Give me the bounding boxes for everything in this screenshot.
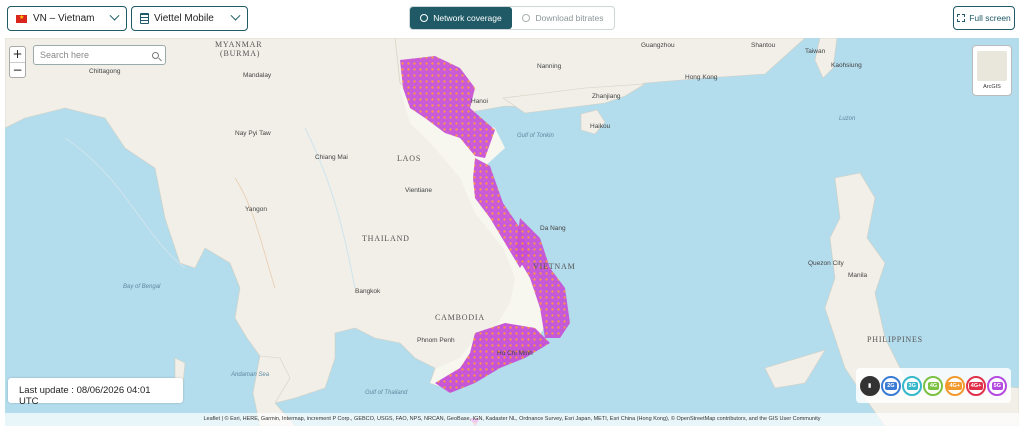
label-chiangmai: Chiang Mai [315,154,348,161]
legend-4gplus-icon[interactable]: 4G+ [944,375,965,396]
download-icon [522,14,531,22]
zoom-in-button[interactable]: + [10,47,25,62]
label-haikou: Haikou [590,123,611,130]
label-vientiane: Vientiane [405,187,432,194]
label-naypyitaw: Nay Pyi Taw [235,130,271,137]
technology-legend: ▮ 2G 3G 4G 4G+ 4G+ 5G [856,368,1011,403]
last-update-label: Last update : 08/06/2026 04:01 UTC [8,378,183,407]
fullscreen-button[interactable]: Full screen [953,6,1015,30]
label-gulf-tonkin: Gulf of Tonkin [517,133,554,139]
legend-2g-icon[interactable]: 2G [880,375,901,396]
label-vietnam: VIETNAM [533,262,576,271]
label-andaman-sea: Andaman Sea [231,372,270,378]
tab-download-bitrates[interactable]: Download bitrates [512,7,614,29]
label-bay-of-bengal: Bay of Bengal [123,284,161,290]
label-phnompenh: Phnom Penh [417,337,455,344]
label-laos: LAOS [397,154,422,163]
legend-all-icon[interactable]: ▮ [859,375,880,396]
label-nanning: Nanning [537,63,562,70]
operator-select[interactable]: Viettel Mobile [131,6,248,31]
tab-network-coverage-label: Network coverage [433,13,502,23]
label-thailand: THAILAND [362,234,410,243]
zoom-control: + − [9,46,26,78]
operator-select-value: Viettel Mobile [154,13,214,24]
legend-5g-icon[interactable]: 5G [987,375,1008,396]
vietnam-flag-icon [16,14,27,23]
chevron-down-icon [109,10,120,21]
search-input[interactable] [40,50,145,60]
label-shantou: Shantou [751,42,776,49]
country-select[interactable]: VN – Vietnam [7,6,127,31]
top-toolbar: VN – Vietnam Viettel Mobile Network cove… [0,0,1024,38]
search-icon[interactable] [152,51,159,59]
label-hongkong: Hong Kong [685,74,718,81]
label-danang: Da Nang [540,225,566,232]
label-kaohsiung: Kaohsiung [831,62,862,69]
basemap-switcher[interactable]: ArcGIS [972,45,1012,96]
signal-icon [420,14,429,22]
tab-network-coverage[interactable]: Network coverage [410,7,512,29]
basemap-label: ArcGIS [983,84,1001,90]
label-mandalay: Mandalay [243,72,272,79]
label-zhanjiang: Zhanjiang [592,93,621,100]
legend-3g-icon[interactable]: 3G [902,375,923,396]
fullscreen-label: Full screen [969,13,1011,23]
label-luzon: Luzon [839,116,856,122]
label-quezon: Quezon City [808,260,844,267]
map-attribution: Leaflet | © Esri, HERE, Garmin, Intermap… [5,413,1019,426]
label-cambodia: CAMBODIA [435,313,485,322]
label-chittagong: Chittagong [89,68,121,75]
label-manila: Manila [848,272,868,279]
label-hanoi: Hanoi [471,98,488,105]
operator-icon [140,13,149,24]
label-bangkok: Bangkok [355,288,381,295]
label-burma: (BURMA) [220,49,261,58]
label-myanmar: MYANMAR [215,40,263,49]
tab-download-bitrates-label: Download bitrates [535,13,604,23]
label-guangzhou: Guangzhou [641,42,675,49]
view-toggle: Network coverage Download bitrates [409,6,615,30]
zoom-out-button[interactable]: − [10,62,25,77]
label-gulf-thailand: Gulf of Thailand [365,390,408,396]
label-hochiminh: Ho Chi Minh [497,350,533,357]
label-yangon: Yangon [245,206,267,213]
legend-4gplus-red-icon[interactable]: 4G+ [966,375,987,396]
basemap-thumbnail [977,51,1007,81]
search-box [33,45,166,65]
country-select-value: VN – Vietnam [33,13,95,24]
fullscreen-icon [957,14,966,22]
coverage-map[interactable]: MYANMAR (BURMA) LAOS THAILAND CAMBODIA V… [5,38,1019,426]
label-taiwan: Taiwan [805,48,826,55]
chevron-down-icon [230,10,241,21]
label-philippines: PHILIPPINES [867,335,923,344]
legend-4g-icon[interactable]: 4G [923,375,944,396]
